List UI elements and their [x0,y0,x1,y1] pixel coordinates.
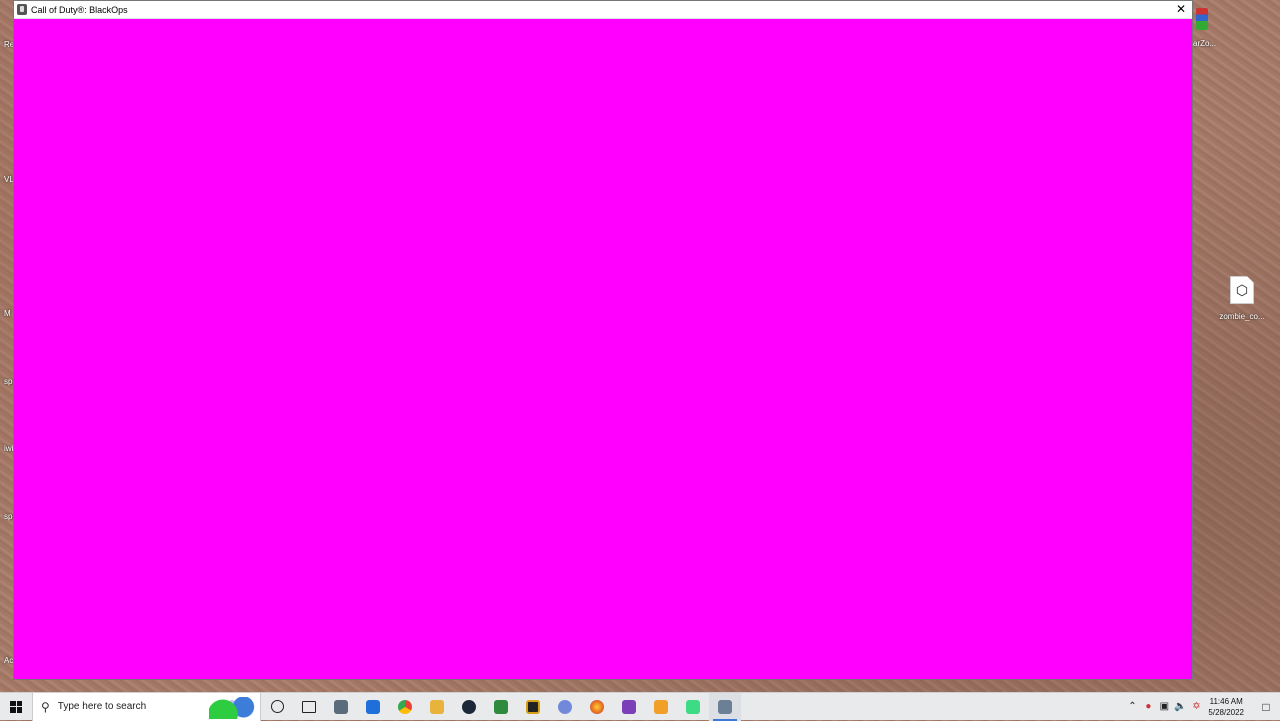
tray-app-icon[interactable]: ● [1140,701,1156,712]
notification-center-button[interactable]: □ [1252,693,1280,721]
winrar-icon[interactable] [1196,8,1208,30]
desktop-icon-label[interactable]: Ac [4,656,13,665]
tray-app-icon[interactable]: ✡ [1188,701,1204,712]
taskbar-app-sublime-text[interactable] [645,693,677,721]
mail-icon [366,699,380,714]
taskbar-search[interactable]: ⚲ [32,692,261,721]
taskbar-app-microsoft-store[interactable] [325,693,357,721]
clock[interactable]: 11:46 AM 5/28/2022 [1208,696,1244,718]
chevron-up-icon[interactable]: ⌃ [1124,701,1140,712]
firefox-icon [590,699,604,714]
taskbar-app-black-ops[interactable] [709,692,741,721]
taskbar-app-visual-studio[interactable] [613,693,645,721]
close-button[interactable]: ✕ [1170,1,1192,18]
taskbar: ⚲ ⌃ ● ▣ 🔈 ✡ 11:46 AM 5/28/2022 □ [0,692,1280,721]
clock-time: 11:46 AM [1209,696,1243,706]
sublime-text-icon [654,699,668,714]
task-view-button[interactable] [293,693,325,721]
taskbar-app-file-explorer[interactable] [421,693,453,721]
window-title: Call of Duty®: BlackOps [31,4,128,15]
window-titlebar[interactable]: Call of Duty®: BlackOps ✕ [14,1,1192,19]
taskbar-app-discord[interactable] [549,693,581,721]
folder-icon [430,699,444,714]
game-window[interactable]: Call of Duty®: BlackOps ✕ [13,0,1193,680]
notification-icon: □ [1262,699,1270,714]
volume-icon[interactable]: 🔈 [1172,701,1188,712]
cortana-button[interactable] [261,693,293,721]
start-button[interactable] [0,693,32,721]
desktop-icon-label: zombie_co... [1219,312,1265,321]
desktop-icon-label[interactable]: M [4,309,11,318]
network-icon[interactable]: ▣ [1156,701,1172,712]
steam-icon [462,699,476,714]
rockstar-icon [526,699,540,714]
search-input[interactable] [55,700,200,713]
taskbar-app-green[interactable] [485,693,517,721]
desktop-icon-label[interactable]: iwi [4,444,13,453]
android-studio-icon [686,699,700,714]
chrome-icon [398,699,412,714]
game-canvas[interactable] [14,19,1192,681]
taskbar-app-firefox[interactable] [581,693,613,721]
desktop-file-zombie[interactable]: ⬡ zombie_co... [1216,276,1268,321]
desktop-icon-label[interactable]: arZo... [1193,39,1216,48]
taskbar-app-chrome[interactable] [389,693,421,721]
discord-icon [558,699,572,714]
system-tray: ⌃ ● ▣ 🔈 ✡ 11:46 AM 5/28/2022 □ [1124,693,1280,721]
search-icon: ⚲ [41,699,50,714]
green-app-icon [494,699,508,714]
windows-logo-icon [10,700,22,713]
black-ops-icon [718,699,732,714]
taskbar-app-android-studio[interactable] [677,693,709,721]
task-view-icon [302,700,316,713]
search-highlight-icon [209,696,255,719]
taskbar-app-mail[interactable] [357,693,389,721]
taskbar-app-steam[interactable] [453,693,485,721]
taskbar-app-rockstar[interactable] [517,693,549,721]
clock-date: 5/28/2022 [1208,707,1244,717]
box-icon: ⬡ [1230,276,1254,304]
cortana-icon [270,700,284,713]
black-ops-icon [17,4,27,15]
store-icon [334,699,348,714]
visual-studio-icon [622,699,636,714]
